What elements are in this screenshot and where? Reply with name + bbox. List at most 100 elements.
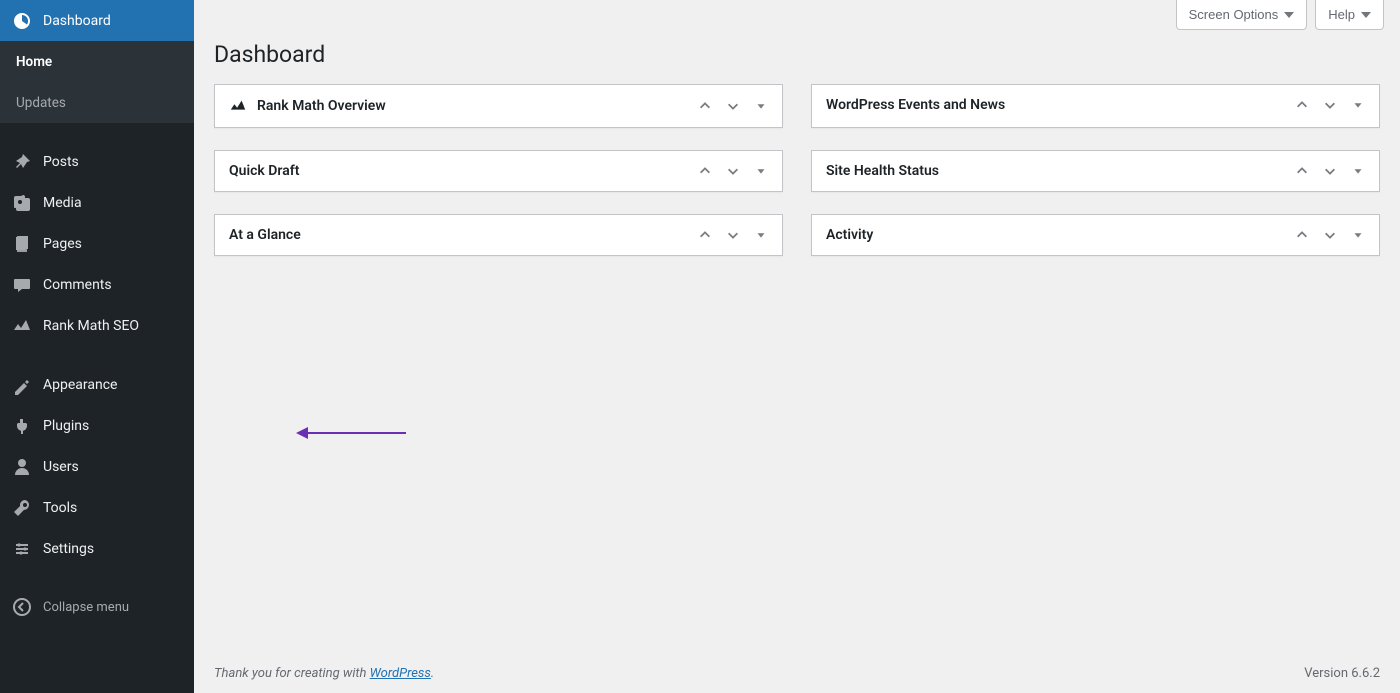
collapse-icon xyxy=(12,597,32,617)
menu-separator xyxy=(0,346,194,364)
chevron-down-icon xyxy=(1361,12,1371,18)
widget-at-a-glance: At a Glance xyxy=(214,214,783,256)
footer-version: Version 6.6.2 xyxy=(1304,666,1380,681)
pin-icon xyxy=(12,152,32,172)
appearance-icon xyxy=(12,375,32,395)
rankmath-icon xyxy=(229,97,247,115)
sidebar-item-label: Posts xyxy=(43,154,79,170)
widget-controls xyxy=(1295,164,1365,178)
widget-header[interactable]: Activity xyxy=(812,215,1379,255)
widget-header[interactable]: WordPress Events and News xyxy=(812,85,1379,125)
help-button[interactable]: Help xyxy=(1315,0,1384,30)
menu-separator xyxy=(0,123,194,141)
chevron-up-icon[interactable] xyxy=(1295,228,1309,242)
pages-icon xyxy=(12,234,32,254)
sidebar-item-label: Users xyxy=(43,459,79,475)
sidebar-item-pages[interactable]: Pages xyxy=(0,223,194,264)
widget-rankmath-overview: Rank Math Overview xyxy=(214,84,783,128)
sidebar-item-plugins[interactable]: Plugins xyxy=(0,405,194,446)
footer-wordpress-link[interactable]: WordPress xyxy=(370,666,431,681)
media-icon xyxy=(12,193,32,213)
sidebar-item-rankmath[interactable]: Rank Math SEO xyxy=(0,305,194,346)
widget-header[interactable]: Quick Draft xyxy=(215,151,782,191)
sidebar-subitem-home[interactable]: Home xyxy=(0,41,194,82)
widget-activity: Activity xyxy=(811,214,1380,256)
sidebar-collapse[interactable]: Collapse menu xyxy=(0,587,194,627)
sidebar-item-label: Dashboard xyxy=(43,13,111,29)
chevron-down-icon[interactable] xyxy=(726,99,740,113)
chevron-down-icon[interactable] xyxy=(1323,164,1337,178)
plugins-icon xyxy=(12,416,32,436)
comments-icon xyxy=(12,275,32,295)
widget-title-text: Quick Draft xyxy=(229,163,299,179)
menu-separator xyxy=(0,569,194,587)
widget-controls xyxy=(698,164,768,178)
annotation-arrow xyxy=(296,430,406,436)
tools-icon xyxy=(12,498,32,518)
sidebar-item-tools[interactable]: Tools xyxy=(0,487,194,528)
widget-title-text: Activity xyxy=(826,227,873,243)
sidebar-item-comments[interactable]: Comments xyxy=(0,264,194,305)
sidebar-item-label: Plugins xyxy=(43,418,89,434)
triangle-down-icon[interactable] xyxy=(1351,98,1365,112)
widget-controls xyxy=(1295,98,1365,112)
chevron-down-icon[interactable] xyxy=(726,164,740,178)
dashboard-icon xyxy=(12,11,32,31)
widget-controls xyxy=(698,99,768,113)
users-icon xyxy=(12,457,32,477)
sidebar-subitem-updates[interactable]: Updates xyxy=(0,82,194,123)
screen-options-button[interactable]: Screen Options xyxy=(1176,0,1308,30)
chevron-up-icon[interactable] xyxy=(698,228,712,242)
chevron-down-icon[interactable] xyxy=(726,228,740,242)
sidebar-item-users[interactable]: Users xyxy=(0,446,194,487)
button-label: Help xyxy=(1328,7,1355,22)
footer-thankyou: Thank you for creating with WordPress. xyxy=(214,666,434,681)
footer: Thank you for creating with WordPress. V… xyxy=(194,654,1400,693)
widget-site-health: Site Health Status xyxy=(811,150,1380,192)
sidebar-item-label: Comments xyxy=(43,277,112,293)
chevron-down-icon[interactable] xyxy=(1323,228,1337,242)
triangle-down-icon[interactable] xyxy=(754,99,768,113)
settings-icon xyxy=(12,539,32,559)
widget-title-text: Site Health Status xyxy=(826,163,939,179)
admin-sidebar: Dashboard Home Updates Posts Media Pages… xyxy=(0,0,194,693)
footer-text: Thank you for creating with xyxy=(214,666,370,681)
chevron-down-icon xyxy=(1284,12,1294,18)
sidebar-item-label: Updates xyxy=(16,95,66,111)
chevron-up-icon[interactable] xyxy=(698,164,712,178)
sidebar-item-label: Pages xyxy=(43,236,82,252)
chevron-down-icon[interactable] xyxy=(1323,98,1337,112)
chevron-up-icon[interactable] xyxy=(1295,98,1309,112)
chevron-up-icon[interactable] xyxy=(1295,164,1309,178)
widget-wp-events: WordPress Events and News xyxy=(811,84,1380,128)
sidebar-item-posts[interactable]: Posts xyxy=(0,141,194,182)
sidebar-item-settings[interactable]: Settings xyxy=(0,528,194,569)
footer-text: . xyxy=(431,666,434,681)
sidebar-item-label: Settings xyxy=(43,541,94,557)
triangle-down-icon[interactable] xyxy=(754,164,768,178)
sidebar-item-label: Appearance xyxy=(43,377,117,393)
main-content: Screen Options Help Dashboard Rank Math … xyxy=(194,0,1400,693)
sidebar-item-label: Rank Math SEO xyxy=(43,318,139,334)
triangle-down-icon[interactable] xyxy=(1351,164,1365,178)
widget-controls xyxy=(1295,228,1365,242)
triangle-down-icon[interactable] xyxy=(1351,228,1365,242)
sidebar-item-label: Media xyxy=(43,195,82,211)
button-label: Screen Options xyxy=(1189,7,1279,22)
sidebar-item-media[interactable]: Media xyxy=(0,182,194,223)
widget-header[interactable]: Rank Math Overview xyxy=(215,85,782,127)
chevron-up-icon[interactable] xyxy=(698,99,712,113)
widget-header[interactable]: Site Health Status xyxy=(812,151,1379,191)
sidebar-item-dashboard[interactable]: Dashboard xyxy=(0,0,194,41)
topbar: Screen Options Help xyxy=(194,0,1400,32)
widget-title-text: Rank Math Overview xyxy=(257,98,386,114)
sidebar-item-label: Home xyxy=(16,54,52,70)
sidebar-item-appearance[interactable]: Appearance xyxy=(0,364,194,405)
triangle-down-icon[interactable] xyxy=(754,228,768,242)
sidebar-item-label: Collapse menu xyxy=(43,600,129,615)
sidebar-item-label: Tools xyxy=(43,500,77,516)
widget-title-text: At a Glance xyxy=(229,227,301,243)
widget-controls xyxy=(698,228,768,242)
widgets-grid: Rank Math Overview WordPress Events and … xyxy=(194,84,1400,278)
widget-header[interactable]: At a Glance xyxy=(215,215,782,255)
